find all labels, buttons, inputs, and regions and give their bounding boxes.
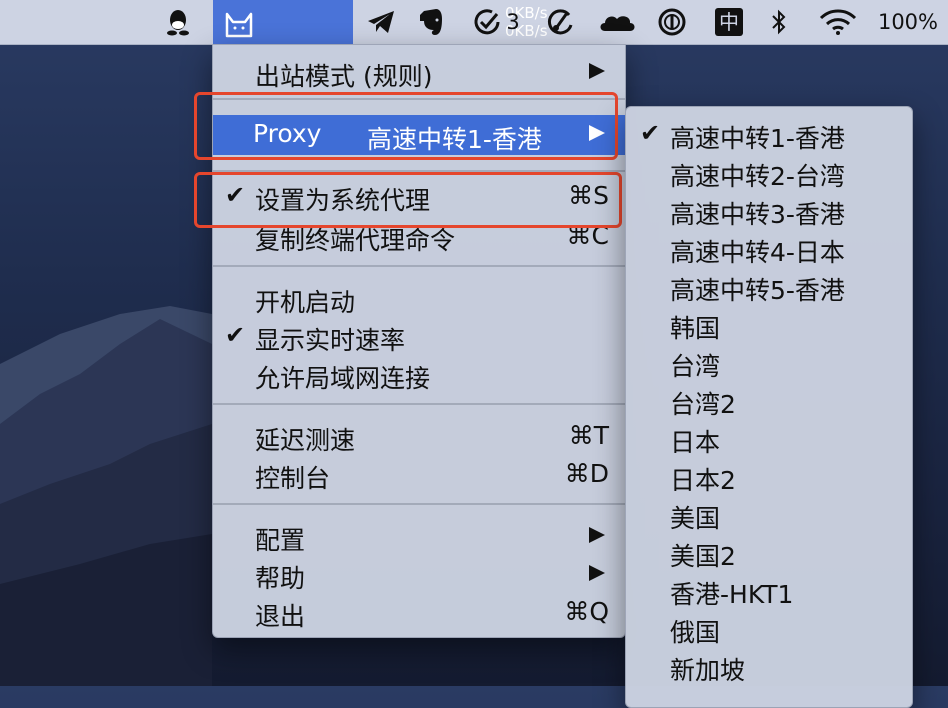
proxy-submenu-item-label: 台湾2 bbox=[670, 390, 736, 419]
qq-icon[interactable] bbox=[158, 0, 198, 44]
menu-item-console[interactable]: 控制台 ⌘D bbox=[213, 455, 625, 493]
evernote-icon[interactable] bbox=[414, 0, 450, 44]
menu-item-show-speed[interactable]: ✔ 显示实时速率 bbox=[213, 317, 625, 355]
quit-label: 退出 bbox=[255, 602, 306, 631]
proxy-submenu-item[interactable]: 美国2 bbox=[626, 533, 912, 571]
proxy-submenu-item-label: 俄国 bbox=[670, 618, 721, 647]
1password-icon[interactable] bbox=[652, 0, 692, 44]
menu-item-start-at-login[interactable]: 开机启动 bbox=[213, 279, 625, 317]
proxy-submenu-item[interactable]: 台湾2 bbox=[626, 381, 912, 419]
submenu-arrow-icon bbox=[589, 565, 605, 581]
proxy-submenu-item[interactable]: 高速中转2-台湾 bbox=[626, 153, 912, 191]
proxy-submenu-item-label: 美国2 bbox=[670, 542, 736, 571]
proxy-submenu: ✔ 高速中转1-香港 高速中转2-台湾 高速中转3-香港 高速中转4-日本 高速中转5-香… bbox=[625, 106, 913, 708]
proxy-submenu-item-label: 韩国 bbox=[670, 314, 721, 343]
menu-separator bbox=[213, 265, 625, 267]
menu-separator bbox=[213, 403, 625, 405]
proxy-submenu-item[interactable]: 日本2 bbox=[626, 457, 912, 495]
proxy-submenu-item[interactable]: 高速中转5-香港 bbox=[626, 267, 912, 305]
submenu-arrow-icon bbox=[589, 527, 605, 543]
proxy-submenu-item-label: 高速中转5-香港 bbox=[670, 276, 845, 305]
proxy-submenu-item-label: 新加坡 bbox=[670, 656, 746, 685]
ticktick-count: 3 bbox=[506, 10, 520, 34]
shortcut-label: ⌘Q bbox=[564, 597, 609, 626]
proxy-submenu-item[interactable]: ✔ 高速中转1-香港 bbox=[626, 115, 912, 153]
menu-item-help[interactable]: 帮助 bbox=[213, 555, 625, 593]
proxy-submenu-item[interactable]: 高速中转4-日本 bbox=[626, 229, 912, 267]
submenu-arrow-icon bbox=[589, 63, 605, 79]
proxy-submenu-item-label: 高速中转2-台湾 bbox=[670, 162, 845, 191]
proxy-submenu-item[interactable]: 新加坡 bbox=[626, 647, 912, 685]
clashx-status-item[interactable]: 0KB/s 0KB/s bbox=[213, 0, 548, 44]
proxy-submenu-item-label: 香港-HKT1 bbox=[670, 580, 794, 609]
checkmark-icon: ✔ bbox=[225, 321, 246, 349]
proxy-submenu-item-label: 日本 bbox=[670, 428, 721, 457]
allow-lan-label: 允许局域网连接 bbox=[255, 364, 431, 393]
input-method-label: 中 bbox=[715, 8, 743, 36]
bluetooth-icon[interactable] bbox=[764, 0, 794, 44]
proxy-submenu-item-label: 高速中转4-日本 bbox=[670, 238, 845, 267]
menu-item-latency-test[interactable]: 延迟测速 ⌘T bbox=[213, 417, 625, 455]
proxy-submenu-item[interactable]: 香港-HKT1 bbox=[626, 571, 912, 609]
annotation-box-system-proxy bbox=[194, 172, 622, 228]
onedrive-icon[interactable] bbox=[594, 0, 640, 44]
input-method-icon[interactable]: 中 bbox=[710, 0, 748, 44]
proxy-submenu-item[interactable]: 台湾 bbox=[626, 343, 912, 381]
help-label: 帮助 bbox=[255, 564, 306, 593]
menu-separator bbox=[213, 503, 625, 505]
proxy-submenu-item-label: 高速中转3-香港 bbox=[670, 200, 845, 229]
proxy-submenu-item-label: 台湾 bbox=[670, 352, 721, 381]
battery-percent[interactable]: 100% bbox=[878, 0, 938, 44]
menu-item-config[interactable]: 配置 bbox=[213, 517, 625, 555]
telegram-icon[interactable] bbox=[364, 0, 398, 44]
annotation-box-proxy bbox=[194, 92, 618, 160]
wifi-icon[interactable] bbox=[816, 0, 860, 44]
outbound-mode-label: 出站模式 (规则) bbox=[255, 62, 433, 91]
proxy-submenu-item-label: 高速中转1-香港 bbox=[670, 124, 845, 153]
proxy-submenu-item[interactable]: 韩国 bbox=[626, 305, 912, 343]
show-speed-label: 显示实时速率 bbox=[255, 326, 406, 355]
proxy-submenu-item[interactable]: 美国 bbox=[626, 495, 912, 533]
clashx-cat-icon bbox=[223, 8, 255, 38]
proxy-submenu-item[interactable]: 俄国 bbox=[626, 609, 912, 647]
menu-item-outbound-mode[interactable]: 出站模式 (规则) bbox=[213, 53, 625, 91]
shortcut-label: ⌘T bbox=[568, 421, 609, 450]
proxy-submenu-item[interactable]: 日本 bbox=[626, 419, 912, 457]
console-label: 控制台 bbox=[255, 464, 331, 493]
proxy-submenu-item-label: 美国 bbox=[670, 504, 721, 533]
menu-item-quit[interactable]: 退出 ⌘Q bbox=[213, 593, 625, 631]
ticktick-item[interactable]: 3 bbox=[466, 0, 526, 44]
music-icon[interactable] bbox=[540, 0, 580, 44]
shortcut-label: ⌘D bbox=[564, 459, 609, 488]
menu-bar: 0KB/s 0KB/s 3 中 100% bbox=[0, 0, 948, 45]
ticktick-icon bbox=[474, 9, 500, 35]
proxy-submenu-item-label: 日本2 bbox=[670, 466, 736, 495]
start-at-login-label: 开机启动 bbox=[255, 288, 356, 317]
config-label: 配置 bbox=[255, 526, 306, 555]
checkmark-icon: ✔ bbox=[640, 119, 661, 147]
latency-test-label: 延迟测速 bbox=[255, 426, 356, 455]
proxy-submenu-item[interactable]: 高速中转3-香港 bbox=[626, 191, 912, 229]
menu-item-allow-lan[interactable]: 允许局域网连接 bbox=[213, 355, 625, 393]
